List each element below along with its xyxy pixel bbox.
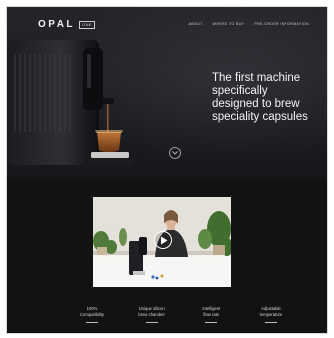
feature-label: Unique silicon brew chamber bbox=[138, 306, 165, 317]
feature-label: Adjustable temperature bbox=[259, 306, 283, 317]
play-icon bbox=[161, 236, 168, 244]
feature-item: Unique silicon brew chamber bbox=[124, 306, 180, 323]
nav-link-where-to-buy[interactable]: WHERE TO BUY bbox=[213, 22, 245, 26]
feature-divider bbox=[145, 322, 158, 323]
coffee-machine-image bbox=[7, 40, 133, 165]
chevron-down-icon bbox=[172, 151, 178, 155]
nav-links: ABOUT WHERE TO BUY PRE-ORDER INFORMATION bbox=[189, 22, 309, 26]
feature-item: 100% Compatibility bbox=[64, 306, 120, 323]
feature-label: 100% Compatibility bbox=[80, 306, 104, 317]
hero-title-line: speciality capsules bbox=[212, 111, 308, 123]
feature-label: Intelligent flow rate bbox=[202, 306, 221, 317]
video-player[interactable] bbox=[93, 197, 231, 287]
feature-item: Adjustable temperature bbox=[243, 306, 299, 323]
play-button[interactable] bbox=[154, 231, 172, 249]
logo-badge: ONE bbox=[79, 20, 96, 29]
page-frame: OPAL ONE ABOUT WHERE TO BUY PRE-ORDER IN… bbox=[6, 6, 328, 334]
feature-divider bbox=[86, 322, 98, 323]
feature-divider bbox=[205, 322, 218, 323]
feature-list: 100% Compatibility Unique silicon brew c… bbox=[64, 306, 299, 323]
nav-link-about[interactable]: ABOUT bbox=[189, 22, 203, 26]
hero-title: The first machine specifically designed … bbox=[212, 72, 324, 124]
feature-item: Intelligent flow rate bbox=[183, 306, 239, 323]
top-nav: OPAL ONE ABOUT WHERE TO BUY PRE-ORDER IN… bbox=[7, 7, 327, 37]
hero-title-line: specifically bbox=[212, 85, 268, 97]
hero-title-line: designed to brew bbox=[212, 98, 300, 110]
hero-section: OPAL ONE ABOUT WHERE TO BUY PRE-ORDER IN… bbox=[7, 7, 327, 179]
logo-wordmark: OPAL bbox=[38, 19, 76, 30]
feature-divider bbox=[264, 322, 277, 323]
nav-link-pre-order[interactable]: PRE-ORDER INFORMATION bbox=[254, 22, 309, 26]
hero-title-line: The first machine bbox=[212, 72, 301, 84]
opal-logo[interactable]: OPAL ONE bbox=[38, 19, 96, 30]
scroll-down-button[interactable] bbox=[169, 147, 181, 159]
